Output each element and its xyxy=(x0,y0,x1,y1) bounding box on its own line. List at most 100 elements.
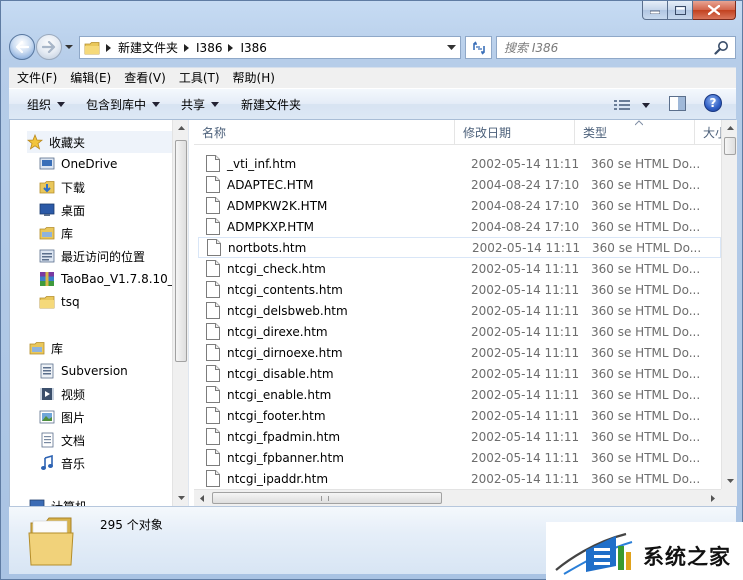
table-row[interactable]: nortbots.htm 2002-05-14 11:11 360 se HTML … xyxy=(198,237,721,258)
search-input[interactable] xyxy=(504,38,704,58)
include-in-library-button[interactable]: 包含到库中 xyxy=(77,92,169,116)
file-type: 360 se HTML Do... xyxy=(591,387,701,402)
refresh-button[interactable] xyxy=(465,36,492,59)
table-row[interactable]: ntcgi_fpbanner.htm 2002-05-14 11:11 360 se… xyxy=(198,447,721,468)
scroll-down-arrow-icon[interactable] xyxy=(173,490,188,506)
table-row[interactable]: ADAPTEC.HTM 2004-08-24 17:10 360 se HTML D… xyxy=(198,174,721,195)
breadcrumb-item[interactable]: 新建文件夹 xyxy=(106,39,178,56)
nav-computer-label: 计算机 xyxy=(51,498,87,507)
file-type: 360 se HTML Do... xyxy=(591,156,701,171)
breadcrumb-item[interactable]: I386 xyxy=(228,41,267,55)
file-name: ntcgi_footer.htm xyxy=(227,408,326,423)
column-header-name[interactable]: 名称 xyxy=(194,120,455,145)
file-list-horizontal-scrollbar[interactable] xyxy=(194,489,721,506)
scrollbar-corner xyxy=(721,489,737,506)
html-file-icon xyxy=(206,344,220,361)
chevron-down-icon xyxy=(211,101,220,107)
nav-item-tsq[interactable]: tsq xyxy=(39,291,80,313)
table-row[interactable]: ntcgi_enable.htm 2002-05-14 11:11 360 se H… xyxy=(198,384,721,405)
preview-pane-icon[interactable] xyxy=(669,96,686,111)
file-name: ntcgi_enable.htm xyxy=(227,387,332,402)
file-date: 2004-08-24 17:10 xyxy=(471,177,580,192)
scroll-left-arrow-icon[interactable] xyxy=(194,490,210,506)
nav-computer[interactable]: 计算机 xyxy=(29,495,87,506)
back-arrow-icon xyxy=(15,41,29,53)
refresh-icon xyxy=(472,40,485,55)
html-file-icon xyxy=(206,218,220,235)
nav-item-music[interactable]: 音乐 xyxy=(39,452,85,474)
file-list-vertical-thumb[interactable] xyxy=(724,137,736,155)
nav-item-recent-places[interactable]: 最近访问的位置 xyxy=(39,245,145,267)
scroll-down-arrow-icon[interactable] xyxy=(722,473,737,489)
nav-item-videos[interactable]: 视频 xyxy=(39,383,85,405)
table-row[interactable]: ADMPKXP.HTM 2004-08-24 17:10 360 se HTML D… xyxy=(198,216,721,237)
file-date: 2002-05-14 11:11 xyxy=(471,366,580,381)
table-row[interactable]: ntcgi_contents.htm 2002-05-14 11:11 360 se… xyxy=(198,279,721,300)
file-type: 360 se HTML Do... xyxy=(591,261,701,276)
breadcrumb-item[interactable]: I386 xyxy=(184,41,222,55)
minimize-button[interactable] xyxy=(642,1,668,20)
table-row[interactable]: ntcgi_delsbweb.htm 2002-05-14 11:11 360 se… xyxy=(198,300,721,321)
back-button[interactable] xyxy=(9,34,35,60)
table-row[interactable]: ntcgi_direxe.htm 2002-05-14 11:11 360 se H… xyxy=(198,321,721,342)
html-file-icon xyxy=(206,449,220,466)
desktop-icon xyxy=(39,202,55,218)
file-list-horizontal-thumb[interactable] xyxy=(212,492,442,504)
search-box[interactable] xyxy=(496,36,736,59)
navigation-scrollbar[interactable] xyxy=(172,120,188,506)
nav-item-library[interactable]: 库 xyxy=(39,222,73,244)
share-button[interactable]: 共享 xyxy=(172,92,228,116)
file-list-vertical-scrollbar[interactable] xyxy=(721,120,737,489)
table-row[interactable]: ntcgi_ipaddr.htm 2002-05-14 11:11 360 se H… xyxy=(198,468,721,489)
nav-item-downloads[interactable]: 下载 xyxy=(39,176,85,198)
scroll-up-arrow-icon[interactable] xyxy=(173,120,188,136)
address-row: 新建文件夹 I386 I386 xyxy=(9,31,736,61)
forward-button[interactable] xyxy=(36,34,62,60)
nav-favorites[interactable]: 收藏夹 xyxy=(27,131,177,153)
menu-tools[interactable]: 工具(T) xyxy=(174,69,225,88)
column-header-date[interactable]: 修改日期 xyxy=(455,120,575,145)
table-row[interactable]: ADMPKW2K.HTM 2004-08-24 17:10 360 se HTML … xyxy=(198,195,721,216)
nav-item-documents[interactable]: 文档 xyxy=(39,429,85,451)
folder-icon xyxy=(39,294,55,310)
nav-item-label: OneDrive xyxy=(61,157,118,171)
forward-arrow-icon xyxy=(42,41,56,53)
maximize-button[interactable] xyxy=(668,1,693,20)
menu-edit[interactable]: 编辑(E) xyxy=(65,69,116,88)
recent-pages-dropdown-icon[interactable] xyxy=(64,42,74,52)
table-row[interactable]: ntcgi_disable.htm 2002-05-14 11:11 360 se … xyxy=(198,363,721,384)
table-row[interactable]: ntcgi_check.htm 2002-05-14 11:11 360 se HT… xyxy=(198,258,721,279)
scroll-up-arrow-icon[interactable] xyxy=(722,120,737,136)
nav-item-label: 视频 xyxy=(61,387,86,402)
nav-item-onedrive[interactable]: OneDrive xyxy=(39,153,117,175)
address-dropdown-icon[interactable] xyxy=(447,43,456,52)
file-type: 360 se HTML Do... xyxy=(591,282,701,297)
change-view-button[interactable] xyxy=(614,93,650,117)
table-row[interactable]: ntcgi_dirnoexe.htm 2002-05-14 11:11 360 se… xyxy=(198,342,721,363)
help-button[interactable]: ? xyxy=(704,94,722,112)
file-type: 360 se HTML Do... xyxy=(591,429,701,444)
file-date: 2002-05-14 11:11 xyxy=(471,471,580,486)
new-folder-button[interactable]: 新建文件夹 xyxy=(232,92,310,116)
organize-label: 组织 xyxy=(27,97,52,112)
file-date: 2004-08-24 17:10 xyxy=(471,198,580,213)
nav-item-pictures[interactable]: 图片 xyxy=(39,406,85,428)
nav-item-subversion[interactable]: Subversion xyxy=(39,360,128,382)
address-bar[interactable]: 新建文件夹 I386 I386 xyxy=(79,36,461,59)
navigation-scroll-thumb[interactable] xyxy=(175,140,187,362)
nav-libraries[interactable]: 库 xyxy=(29,337,63,359)
menu-view[interactable]: 查看(V) xyxy=(119,69,171,88)
menu-help[interactable]: 帮助(H) xyxy=(228,69,280,88)
menu-file[interactable]: 文件(F) xyxy=(12,69,62,88)
table-row[interactable]: ntcgi_fpadmin.htm 2002-05-14 11:11 360 se … xyxy=(198,426,721,447)
close-button[interactable] xyxy=(693,1,736,20)
search-icon[interactable] xyxy=(714,40,729,55)
nav-item-desktop[interactable]: 桌面 xyxy=(39,199,85,221)
navigation-pane[interactable]: 收藏夹 OneDrive 下载 桌面 库 最近访问的位置 TaoBao_V1.7… xyxy=(10,120,188,506)
html-file-icon xyxy=(206,407,220,424)
table-row[interactable]: ntcgi_footer.htm 2002-05-14 11:11 360 se H… xyxy=(198,405,721,426)
table-row[interactable]: _vti_inf.htm 2002-05-14 11:11 360 se HTML … xyxy=(198,153,721,174)
nav-item-taobao[interactable]: TaoBao_V1.7.8.10_ xyxy=(39,268,174,290)
organize-button[interactable]: 组织 xyxy=(18,92,74,116)
scroll-right-arrow-icon[interactable] xyxy=(705,490,721,506)
